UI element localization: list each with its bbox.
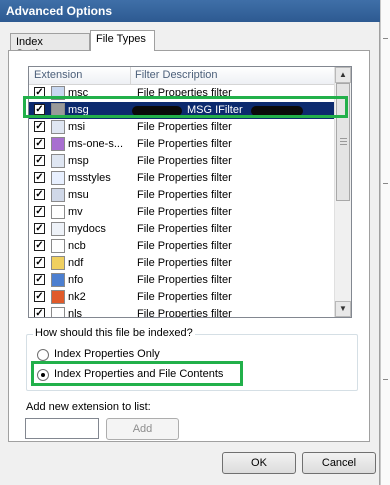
ok-button[interactable]: OK xyxy=(222,452,296,474)
row-filter-description: File Properties filter xyxy=(137,223,232,235)
row-filter-description: File Properties filter xyxy=(137,121,232,133)
window-title: Advanced Options xyxy=(6,4,113,18)
row-extension: mv xyxy=(68,206,83,218)
row-filter-description: File Properties filter xyxy=(137,206,232,218)
row-checkbox[interactable]: ✓ xyxy=(34,240,45,251)
generic-file-icon xyxy=(51,239,65,253)
generic-file-icon xyxy=(51,307,65,317)
list-row-mydocs[interactable]: ✓ mydocs File Properties filter xyxy=(29,221,334,238)
list-rows: ✓ msc File Properties filter ✓ msg MSG IFilte… xyxy=(29,85,334,318)
ndf-file-icon xyxy=(51,256,65,270)
radio-index-properties-only[interactable] xyxy=(37,349,49,361)
file-types-panel: Extension Filter Description ✓ msc File Pr… xyxy=(8,50,370,442)
row-extension: nk2 xyxy=(68,291,86,303)
background-window-edge xyxy=(380,0,390,485)
list-header: Extension Filter Description xyxy=(29,67,334,85)
office-file-icon xyxy=(51,290,65,304)
msi-file-icon xyxy=(51,120,65,134)
row-extension: ms-one-s... xyxy=(68,138,124,150)
row-filter-description: File Properties filter xyxy=(137,291,232,303)
list-row-msu[interactable]: ✓ msu File Properties filter xyxy=(29,187,334,204)
add-extension-input[interactable] xyxy=(25,418,99,439)
tab-file-types[interactable]: File Types xyxy=(90,30,155,51)
index-method-label: How should this file be indexed? xyxy=(33,327,195,339)
row-extension: msstyles xyxy=(68,172,111,184)
add-extension-label: Add new extension to list: xyxy=(26,401,151,413)
column-header-extension[interactable]: Extension xyxy=(34,69,82,81)
msstyles-file-icon xyxy=(51,171,65,185)
scroll-down-arrow-icon[interactable]: ▼ xyxy=(335,301,351,317)
row-checkbox[interactable]: ✓ xyxy=(34,223,45,234)
column-divider[interactable] xyxy=(130,67,131,84)
row-filter-description: File Properties filter xyxy=(137,308,232,318)
onenote-file-icon xyxy=(51,137,65,151)
list-row-nk2[interactable]: ✓ nk2 File Properties filter xyxy=(29,289,334,306)
list-row-nls[interactable]: ✓ nls File Properties filter xyxy=(29,306,334,318)
title-bar[interactable]: Advanced Options xyxy=(0,0,380,22)
scroll-up-arrow-icon[interactable]: ▲ xyxy=(335,67,351,83)
row-filter-description: File Properties filter xyxy=(137,138,232,150)
msp-file-icon xyxy=(51,154,65,168)
column-header-filter-description[interactable]: Filter Description xyxy=(135,69,218,81)
list-row-msi[interactable]: ✓ msi File Properties filter xyxy=(29,119,334,136)
generic-file-icon xyxy=(51,205,65,219)
row-filter-description: File Properties filter xyxy=(137,257,232,269)
row-checkbox[interactable]: ✓ xyxy=(34,206,45,217)
row-extension: nfo xyxy=(68,274,84,286)
radio-label-properties-only[interactable]: Index Properties Only xyxy=(54,348,160,360)
row-checkbox[interactable]: ✓ xyxy=(34,172,45,183)
row-checkbox[interactable]: ✓ xyxy=(34,308,45,317)
highlight-selected-row xyxy=(23,96,348,118)
row-extension: msp xyxy=(68,155,89,167)
row-filter-description: File Properties filter xyxy=(137,172,232,184)
row-filter-description: File Properties filter xyxy=(137,240,232,252)
mydocs-file-icon xyxy=(51,222,65,236)
row-filter-description: File Properties filter xyxy=(137,274,232,286)
advanced-options-dialog: Advanced Options Index Settings File Typ… xyxy=(0,0,380,485)
highlight-index-option xyxy=(31,361,243,386)
row-extension: ncb xyxy=(68,240,86,252)
list-row-mv[interactable]: ✓ mv File Properties filter xyxy=(29,204,334,221)
list-row-msstyles[interactable]: ✓ msstyles File Properties filter xyxy=(29,170,334,187)
msu-file-icon xyxy=(51,188,65,202)
row-checkbox[interactable]: ✓ xyxy=(34,155,45,166)
row-extension: msu xyxy=(68,189,89,201)
tab-index-settings[interactable]: Index Settings xyxy=(10,33,90,60)
row-extension: mydocs xyxy=(68,223,106,235)
row-filter-description: File Properties filter xyxy=(137,155,232,167)
tab-label: File Types xyxy=(96,33,146,45)
row-checkbox[interactable]: ✓ xyxy=(34,291,45,302)
row-checkbox[interactable]: ✓ xyxy=(34,121,45,132)
cancel-button[interactable]: Cancel xyxy=(302,452,376,474)
list-row-ms-one-s[interactable]: ✓ ms-one-s... File Properties filter xyxy=(29,136,334,153)
list-row-ndf[interactable]: ✓ ndf File Properties filter xyxy=(29,255,334,272)
row-extension: msi xyxy=(68,121,86,133)
row-extension: nls xyxy=(68,308,83,318)
add-button[interactable]: Add xyxy=(106,418,179,440)
row-filter-description: File Properties filter xyxy=(137,189,232,201)
list-row-ncb[interactable]: ✓ ncb File Properties filter xyxy=(29,238,334,255)
list-row-nfo[interactable]: ✓ nfo File Properties filter xyxy=(29,272,334,289)
row-checkbox[interactable]: ✓ xyxy=(34,257,45,268)
nfo-file-icon xyxy=(51,273,65,287)
row-checkbox[interactable]: ✓ xyxy=(34,138,45,149)
list-row-msp[interactable]: ✓ msp File Properties filter xyxy=(29,153,334,170)
row-extension: ndf xyxy=(68,257,84,269)
row-checkbox[interactable]: ✓ xyxy=(34,189,45,200)
row-checkbox[interactable]: ✓ xyxy=(34,274,45,285)
